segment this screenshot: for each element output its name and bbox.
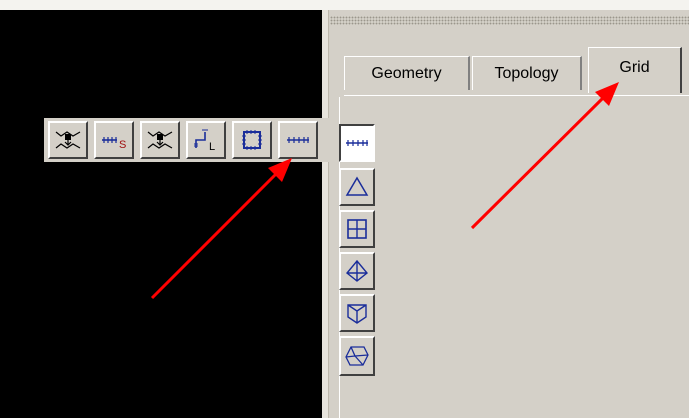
svg-text:L: L bbox=[209, 141, 215, 153]
edge-mesh-icon bbox=[346, 140, 368, 146]
hex-volume-icon bbox=[347, 304, 367, 324]
polyhedron-icon bbox=[345, 346, 369, 366]
vertical-edge-mesh-button[interactable] bbox=[339, 124, 375, 162]
edge-spacing-button[interactable]: S bbox=[94, 121, 134, 159]
top-strip bbox=[0, 0, 689, 10]
tab-content-border bbox=[344, 95, 689, 96]
triangle-mesh-button[interactable] bbox=[339, 168, 375, 206]
quad-grid-icon bbox=[347, 219, 367, 239]
tet-mesh-button[interactable] bbox=[339, 252, 375, 290]
edge-link-button[interactable]: L bbox=[186, 121, 226, 159]
mesh-edge-hedge-button[interactable] bbox=[48, 121, 88, 159]
face-square-button[interactable] bbox=[232, 121, 272, 159]
panel-divider[interactable] bbox=[322, 10, 329, 418]
svg-text:S: S bbox=[119, 139, 126, 151]
edge-mesh-icon bbox=[287, 137, 309, 143]
edge-link-l-icon: L bbox=[194, 129, 215, 153]
tab-topology[interactable]: Topology bbox=[472, 56, 582, 90]
command-panel: Geometry Topology Grid bbox=[322, 10, 689, 418]
mesh-edge-hedge-2-button[interactable] bbox=[140, 121, 180, 159]
quad-mesh-button[interactable] bbox=[339, 210, 375, 248]
tetrahedron-icon bbox=[346, 259, 368, 282]
grid-sub-toolbar: S L bbox=[44, 118, 334, 162]
mesh-edge-hedge-2-icon bbox=[147, 131, 173, 149]
polyhedral-mesh-button[interactable] bbox=[339, 336, 375, 376]
mesh-edge-hedge-icon bbox=[55, 131, 81, 149]
hex-mesh-button[interactable] bbox=[339, 294, 375, 332]
tab-geometry[interactable]: Geometry bbox=[344, 56, 470, 90]
edge-mesh-button[interactable] bbox=[278, 121, 318, 159]
edge-spacing-s-icon: S bbox=[102, 137, 126, 151]
triangle-icon bbox=[345, 176, 369, 196]
panel-grip[interactable] bbox=[330, 16, 689, 25]
face-square-dots-icon bbox=[242, 130, 262, 150]
tab-grid[interactable]: Grid bbox=[588, 47, 682, 93]
graphics-viewport[interactable] bbox=[0, 10, 322, 418]
